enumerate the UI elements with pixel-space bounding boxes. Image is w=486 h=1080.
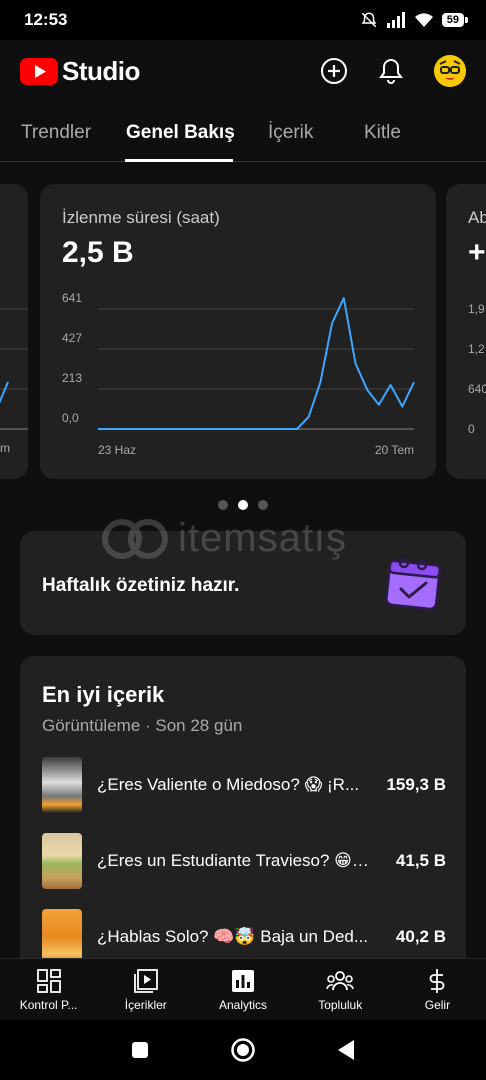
video-title: ¿Eres Valiente o Miedoso? 😱 ¡R... bbox=[97, 775, 360, 794]
mute-icon bbox=[361, 12, 377, 28]
video-title: ¿Hablas Solo? 🧠🤯 Baja un Ded... bbox=[97, 927, 369, 946]
nav-label: Topluluk bbox=[318, 998, 363, 1012]
next-card-value: + bbox=[468, 236, 486, 269]
status-bar: 12:53 59 bbox=[0, 0, 486, 40]
tab-icerik[interactable]: İçerik bbox=[268, 122, 313, 144]
tab-bar: Trendler Genel Bakış İçerik Kitle bbox=[0, 102, 486, 162]
video-views: 159,3 B bbox=[386, 775, 446, 794]
pagination-dot[interactable] bbox=[218, 500, 228, 510]
tab-genel-bakis[interactable]: Genel Bakış bbox=[126, 122, 235, 144]
carousel-pagination bbox=[218, 500, 268, 510]
nav-label: Analytics bbox=[218, 998, 268, 1012]
status-time: 12:53 bbox=[24, 10, 68, 29]
recent-apps-icon[interactable] bbox=[130, 1040, 150, 1060]
pagination-dot-active[interactable] bbox=[238, 500, 248, 510]
battery-indicator: 59 bbox=[441, 13, 469, 27]
video-views: 41,5 B bbox=[395, 851, 446, 870]
header-actions bbox=[320, 55, 466, 87]
logo-text: Studio bbox=[62, 55, 140, 86]
wifi-icon bbox=[414, 13, 433, 27]
bottom-navigation: Kontrol P... İçerikler Analytics Toplulu… bbox=[0, 958, 486, 1020]
avatar-image-icon bbox=[434, 55, 466, 87]
tab-kitle[interactable]: Kitle bbox=[364, 122, 401, 144]
app-header: Studio bbox=[0, 40, 486, 102]
watermark: itemsatış bbox=[102, 516, 347, 561]
pagination-dot[interactable] bbox=[258, 500, 268, 510]
nav-label: Kontrol P... bbox=[19, 998, 78, 1012]
avatar[interactable] bbox=[434, 55, 466, 87]
video-views: 40,2 B bbox=[395, 927, 446, 946]
create-icon[interactable] bbox=[320, 57, 348, 85]
analytics-icon bbox=[232, 970, 254, 992]
x-tick-label: 23 Haz bbox=[98, 443, 136, 457]
x-tick-label: 20 Tem bbox=[375, 443, 414, 457]
nav-item-analytics[interactable]: Analytics bbox=[194, 959, 291, 1020]
nav-item-dashboard[interactable]: Kontrol P... bbox=[0, 959, 97, 1020]
dashboard-icon bbox=[36, 969, 61, 993]
nav-label: Gelir bbox=[424, 998, 451, 1012]
next-card-tick: 1,9 bbox=[468, 302, 485, 316]
metric-card-previous[interactable]: m bbox=[0, 184, 28, 479]
nav-item-earn[interactable]: Gelir bbox=[389, 959, 486, 1020]
nav-item-community[interactable]: Topluluk bbox=[292, 959, 389, 1020]
video-thumbnail bbox=[42, 757, 82, 813]
video-title: ¿Eres un Estudiante Travieso? 😁 ... bbox=[97, 851, 369, 870]
content-icon bbox=[133, 969, 158, 993]
nav-item-content[interactable]: İçerikler bbox=[97, 959, 194, 1020]
summary-text: Haftalık özetiniz hazır. bbox=[42, 575, 240, 596]
next-card-tick: 0 bbox=[468, 422, 475, 436]
community-icon bbox=[326, 971, 354, 991]
watch-time-chart: 641 427 213 0,0 23 Haz 20 Tem bbox=[62, 291, 415, 457]
studio-logo[interactable]: Studio bbox=[20, 56, 140, 87]
watermark-text: itemsatış bbox=[178, 516, 348, 560]
tab-trendler[interactable]: Trendler bbox=[21, 122, 91, 144]
back-icon[interactable] bbox=[336, 1039, 356, 1061]
y-tick-label: 213 bbox=[62, 371, 82, 385]
earn-icon bbox=[430, 969, 445, 993]
top-content-title: En iyi içerik bbox=[42, 682, 165, 707]
watermark-logo-icon bbox=[102, 518, 168, 559]
previous-card-chart bbox=[0, 308, 28, 430]
y-tick-label: 641 bbox=[62, 291, 82, 305]
next-card-tick: 640 bbox=[468, 382, 486, 396]
content-row[interactable]: ¿Hablas Solo? 🧠🤯 Baja un Ded... 40,2 B bbox=[42, 909, 446, 965]
top-content-subtitle: Görüntüleme · Son 28 gün bbox=[42, 716, 243, 735]
nav-label: İçerikler bbox=[124, 998, 167, 1012]
series-line bbox=[98, 297, 415, 430]
home-icon[interactable] bbox=[230, 1037, 256, 1063]
next-card-tick: 1,2 bbox=[468, 342, 485, 356]
y-tick-label: 427 bbox=[62, 331, 82, 345]
watch-time-card[interactable]: İzlenme süresi (saat) 2,5 B 641 427 213 0,0… bbox=[40, 184, 436, 479]
notifications-icon[interactable] bbox=[378, 57, 404, 85]
top-content-card: En iyi içerik Görüntüleme · Son 28 gün ¿… bbox=[20, 656, 466, 976]
active-tab-indicator bbox=[125, 159, 233, 162]
video-thumbnail bbox=[42, 909, 82, 965]
youtube-logo-icon bbox=[20, 57, 58, 85]
content-row[interactable]: ¿Eres Valiente o Miedoso? 😱 ¡R... 159,3 … bbox=[42, 757, 446, 813]
previous-card-tick: m bbox=[0, 441, 10, 455]
y-tick-label: 0,0 bbox=[62, 411, 79, 425]
metric-card-next[interactable]: Ab + 1,9 1,2 640 0 bbox=[446, 184, 486, 479]
system-navigation bbox=[0, 1020, 486, 1080]
signal-icon bbox=[386, 12, 405, 28]
content-row[interactable]: ¿Eres un Estudiante Travieso? 😁 ... 41,5… bbox=[42, 833, 446, 889]
video-thumbnail bbox=[42, 833, 82, 889]
next-card-label: Ab bbox=[468, 208, 486, 227]
status-icons: 59 bbox=[360, 11, 469, 29]
calendar-check-icon bbox=[385, 557, 442, 611]
